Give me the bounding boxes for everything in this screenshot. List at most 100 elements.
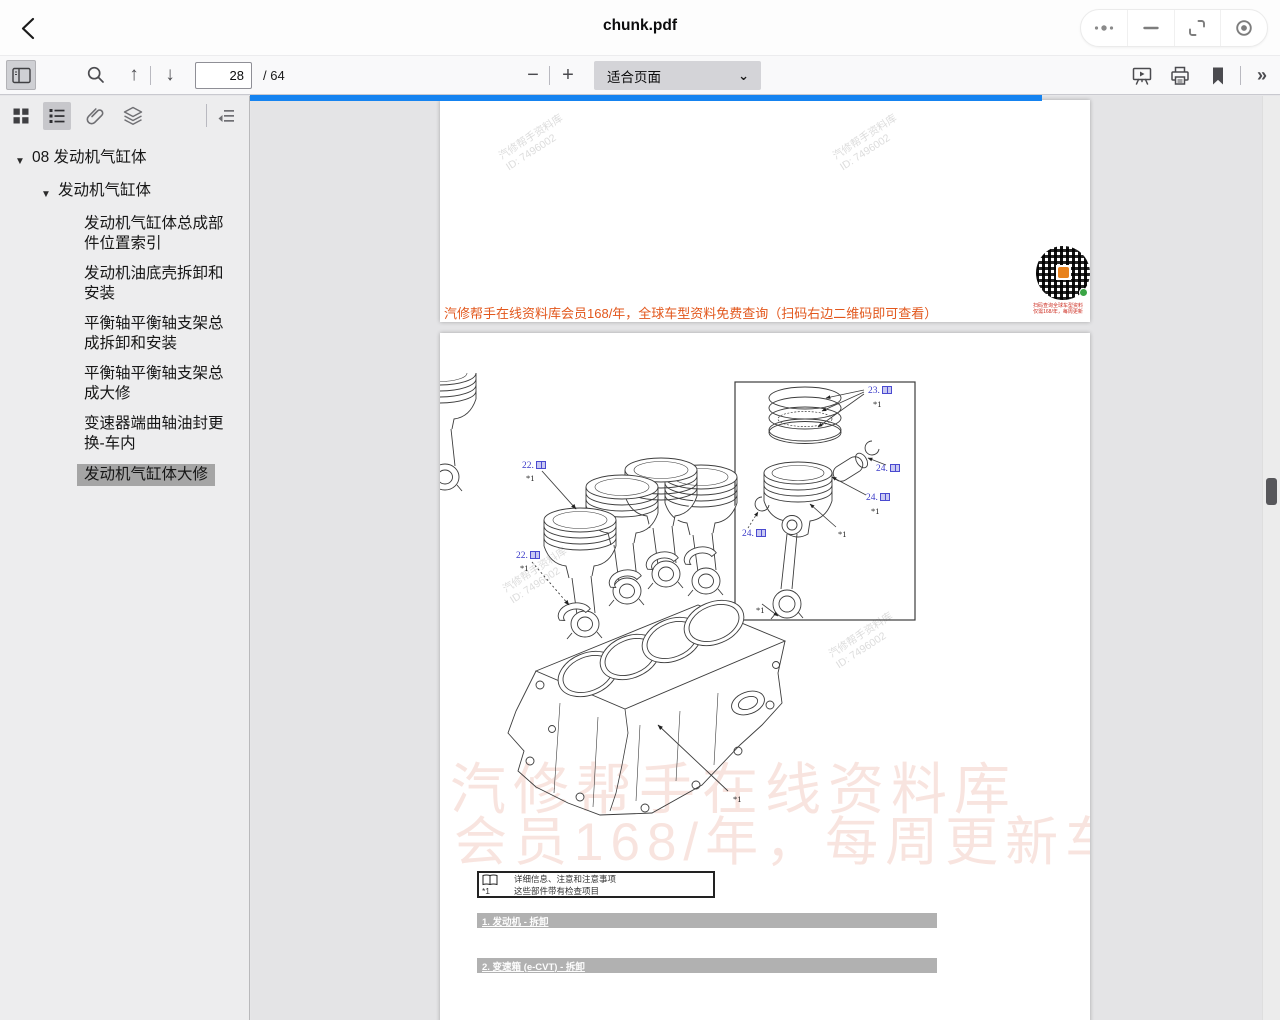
toc-outline: ▼ 08 发动机气缸体 ▼ 发动机气缸体 发动机气缸体总成部件位置索引 发动机油… xyxy=(0,135,249,486)
record-button[interactable] xyxy=(1220,10,1267,46)
sidebar-toggle-button[interactable] xyxy=(6,60,36,90)
toc-item-label[interactable]: 发动机气缸体总成部件位置索引 xyxy=(84,214,234,254)
fullscreen-button[interactable] xyxy=(1174,10,1221,46)
toc-item-label[interactable]: 发动机气缸体大修 xyxy=(77,464,215,486)
toc-item-label[interactable]: 08 发动机气缸体 xyxy=(32,148,147,172)
callout-22: 22. xyxy=(522,461,546,471)
layers-icon xyxy=(122,105,144,127)
toc-item-label[interactable]: 发动机油底壳拆卸和安装 xyxy=(84,264,234,304)
back-chevron-icon xyxy=(14,13,44,43)
toc-item-chapter[interactable]: ▼ 08 发动机气缸体 xyxy=(0,148,249,172)
toc-item[interactable]: 平衡轴平衡轴支架总成大修 xyxy=(0,364,249,404)
procedure-link[interactable]: 2. 变速箱 (e-CVT) - 拆卸 xyxy=(477,959,585,973)
bookmark-icon xyxy=(1207,65,1229,87)
next-page-button[interactable]: ↓ xyxy=(156,60,184,90)
zoom-mode-value: 适合页面 xyxy=(594,66,738,86)
zoom-out-button[interactable]: − xyxy=(519,60,547,90)
zoom-mode-select[interactable]: 适合页面 ⌄ xyxy=(594,61,761,90)
procedure-bar: 2. 变速箱 (e-CVT) - 拆卸 xyxy=(477,958,937,973)
promo-text: 汽修帮手在线资料库会员168/年，全球车型资料免费查询（扫码右边二维码即可查看） xyxy=(444,303,937,322)
plus-icon: + xyxy=(562,64,574,87)
scrollbar-thumb[interactable] xyxy=(1266,478,1277,505)
print-button[interactable] xyxy=(1167,63,1193,89)
qr-code xyxy=(1036,246,1090,300)
attachments-view-button[interactable] xyxy=(81,102,109,130)
book-link-icon[interactable] xyxy=(530,551,540,559)
previous-page-button[interactable]: ↑ xyxy=(120,60,148,90)
pistons-and-rods xyxy=(440,373,737,639)
expander-triangle-icon[interactable]: ▼ xyxy=(8,148,32,172)
qr-caption: 扫码查询全球车型资料仅需168/年，每周更新 xyxy=(1024,303,1092,315)
back-button[interactable] xyxy=(14,13,44,43)
toc-item[interactable]: 发动机气缸体总成部件位置索引 xyxy=(0,214,249,254)
callout-23: 23. xyxy=(868,386,892,396)
document-title: chunk.pdf xyxy=(603,17,677,35)
book-link-icon[interactable] xyxy=(536,461,546,469)
footnote-marker: *1 xyxy=(526,473,535,483)
more-options-button[interactable] xyxy=(1081,10,1127,46)
toc-item-label[interactable]: 变速器端曲轴油封更换-车内 xyxy=(84,414,234,454)
more-tools-button[interactable]: » xyxy=(1248,60,1276,90)
toolbar-divider xyxy=(1240,66,1241,85)
watermark: 汽修帮手资料库ID: 7496002 xyxy=(831,112,907,174)
titlebar: chunk.pdf xyxy=(0,0,1280,56)
pdf-page-27: 汽修帮手资料库ID: 7496002 汽修帮手资料库ID: 7496002 扫码… xyxy=(440,100,1090,322)
circlip xyxy=(865,441,879,455)
footnote-marker: *1 xyxy=(733,794,742,804)
expander-triangle-icon[interactable]: ▼ xyxy=(34,181,58,205)
bookmark-button[interactable] xyxy=(1205,63,1231,89)
printer-icon xyxy=(1169,65,1191,87)
book-link-icon[interactable] xyxy=(756,529,766,537)
outline-list-icon xyxy=(47,106,67,126)
window-controls xyxy=(1080,9,1268,47)
toc-item[interactable]: 变速器端曲轴油封更换-车内 xyxy=(0,414,249,454)
vertical-scrollbar[interactable] xyxy=(1262,96,1280,1020)
toc-item-label[interactable]: 平衡轴平衡轴支架总成拆卸和安装 xyxy=(84,314,234,354)
zoom-in-button[interactable]: + xyxy=(554,60,582,90)
sidebar-toggle-icon xyxy=(12,67,31,84)
up-arrow-icon: ↑ xyxy=(129,64,139,86)
procedure-link[interactable]: 1. 发动机 - 拆卸 xyxy=(477,914,549,928)
layers-view-button[interactable] xyxy=(119,102,147,130)
pdf-toolbar: ↑ ↓ / 64 − + 适合页面 ⌄ » xyxy=(0,56,1280,95)
search-button[interactable] xyxy=(84,63,108,87)
paperclip-icon xyxy=(85,106,105,126)
minimize-button[interactable] xyxy=(1127,10,1174,46)
book-link-icon[interactable] xyxy=(880,493,890,501)
toc-item[interactable]: 平衡轴平衡轴支架总成拆卸和安装 xyxy=(0,314,249,354)
engine-block-exploded-diagram xyxy=(440,373,1090,873)
footnote-marker: *1 xyxy=(756,605,765,615)
pdf-viewer-window: chunk.pdf ↑ ↓ / 64 − xyxy=(0,0,1280,1020)
iconbar-divider xyxy=(206,104,207,127)
minus-icon: − xyxy=(527,64,539,87)
callout-22: 22. xyxy=(516,551,540,561)
circlip xyxy=(755,497,769,511)
record-icon xyxy=(1232,16,1256,40)
page-number-input[interactable] xyxy=(195,62,252,89)
toc-item[interactable]: 发动机油底壳拆卸和安装 xyxy=(0,264,249,304)
book-link-icon[interactable] xyxy=(890,464,900,472)
legend-box: 详细信息、注意和注意事项 *1 这些部件带有检查项目 xyxy=(477,871,715,898)
scroll-to-current-item-button[interactable] xyxy=(212,102,240,130)
book-link-icon[interactable] xyxy=(882,386,892,394)
callout-24: 24. xyxy=(876,464,900,474)
legend-row1-text: 详细信息、注意和注意事项 xyxy=(514,874,711,886)
toc-item-selected[interactable]: 发动机气缸体大修 xyxy=(0,464,249,486)
connecting-rod xyxy=(771,516,803,620)
document-viewport[interactable]: 汽修帮手资料库ID: 7496002 汽修帮手资料库ID: 7496002 扫码… xyxy=(251,96,1262,1020)
loading-progress-bar xyxy=(250,95,1042,101)
callout-24: 24. xyxy=(742,529,766,539)
toc-item-section[interactable]: ▼ 发动机气缸体 xyxy=(0,181,249,205)
toc-item-label[interactable]: 发动机气缸体 xyxy=(58,181,151,205)
double-chevron-right-icon: » xyxy=(1257,65,1267,86)
outline-view-button[interactable] xyxy=(43,102,71,130)
thumbnails-view-button[interactable] xyxy=(7,102,35,130)
footnote-marker: *1 xyxy=(520,563,529,573)
toolbar-divider xyxy=(150,66,151,85)
pdf-page-28: 汽修帮手资料库ID: 7496002 汽修帮手资料库ID: 7496002 汽修… xyxy=(440,333,1090,1020)
qr-green-badge xyxy=(1079,288,1088,297)
toc-item-label[interactable]: 平衡轴平衡轴支架总成大修 xyxy=(84,364,234,404)
presentation-icon xyxy=(1131,65,1153,87)
presentation-mode-button[interactable] xyxy=(1129,63,1155,89)
page-count-label: / 64 xyxy=(263,68,285,83)
